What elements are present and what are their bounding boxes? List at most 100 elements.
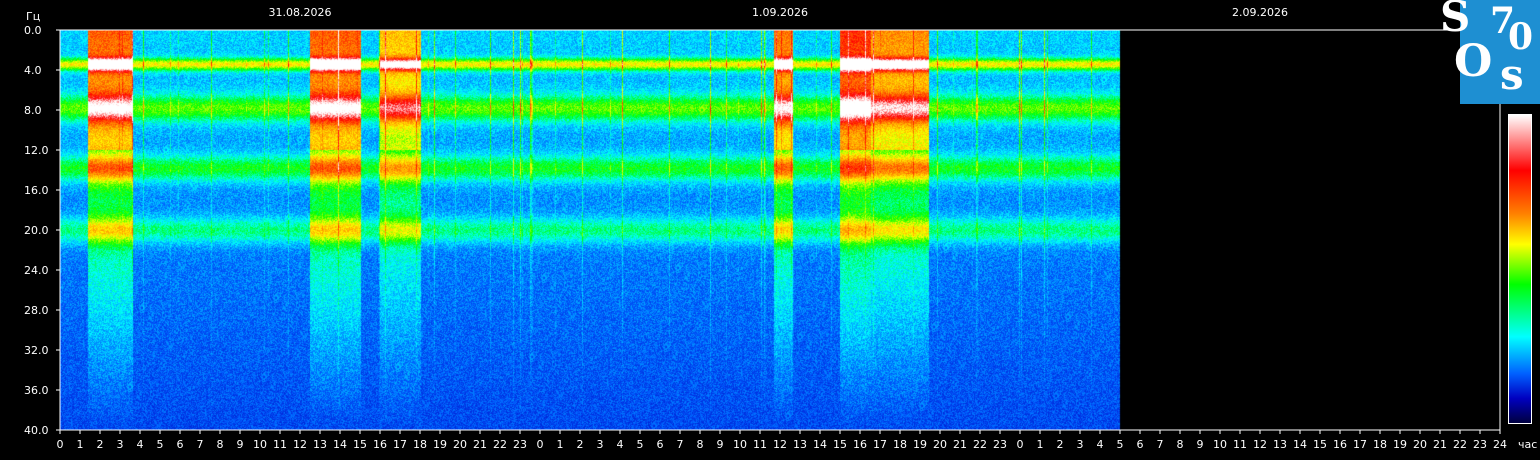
- x-tick-label: 13: [793, 438, 807, 451]
- y-tick-label: 20.0: [24, 224, 49, 237]
- logo-letter: O: [1454, 36, 1493, 87]
- x-tick-label: 20: [453, 438, 467, 451]
- x-tick-label: 22: [493, 438, 507, 451]
- x-tick-label: 20: [933, 438, 947, 451]
- y-tick-label: 16.0: [24, 184, 49, 197]
- x-tick-label: 15: [833, 438, 847, 451]
- x-tick-label: 9: [717, 438, 724, 451]
- x-tick-label: 20: [1413, 438, 1427, 451]
- x-tick-label: 13: [313, 438, 327, 451]
- x-tick-label: 19: [913, 438, 927, 451]
- x-tick-label: 11: [273, 438, 287, 451]
- y-tick-label: 12.0: [24, 144, 49, 157]
- x-tick-label: 13: [1273, 438, 1287, 451]
- x-tick-label: 23: [993, 438, 1007, 451]
- y-tick-label: 28.0: [24, 304, 49, 317]
- chart-axes: Гц час 0.04.08.012.016.020.024.028.032.0…: [24, 6, 1537, 451]
- x-tick-label: 8: [697, 438, 704, 451]
- x-tick-label: 1: [557, 438, 564, 451]
- x-tick-label: 6: [177, 438, 184, 451]
- x-tick-label: 6: [1137, 438, 1144, 451]
- x-tick-label: 11: [1233, 438, 1247, 451]
- x-tick-label: 23: [513, 438, 527, 451]
- x-tick-label: 22: [1453, 438, 1467, 451]
- x-tick-label: 23: [1473, 438, 1487, 451]
- x-tick-label: 21: [1433, 438, 1447, 451]
- x-tick-label: 9: [1197, 438, 1204, 451]
- date-label: 1.09.2026: [752, 6, 808, 19]
- y-tick-label: 8.0: [24, 104, 42, 117]
- x-tick-label: 15: [1313, 438, 1327, 451]
- x-tick-label: 7: [677, 438, 684, 451]
- x-tick-label: 18: [893, 438, 907, 451]
- x-tick-label: 16: [853, 438, 867, 451]
- x-tick-label: 14: [813, 438, 827, 451]
- plot-frame: [59, 29, 1501, 431]
- y-tick-label: 40.0: [24, 424, 49, 437]
- x-tick-label: 12: [1253, 438, 1267, 451]
- x-tick-label: 17: [1353, 438, 1367, 451]
- x-tick-label: 21: [953, 438, 967, 451]
- x-tick-label: 1: [1037, 438, 1044, 451]
- y-tick-label: 0.0: [24, 24, 42, 37]
- x-tick-label: 15: [353, 438, 367, 451]
- x-axis-label: час: [1518, 438, 1537, 451]
- x-tick-label: 8: [1177, 438, 1184, 451]
- x-tick-label: 6: [657, 438, 664, 451]
- x-tick-label: 10: [253, 438, 267, 451]
- x-tick-label: 2: [1057, 438, 1064, 451]
- x-tick-label: 2: [577, 438, 584, 451]
- x-tick-label: 0: [57, 438, 64, 451]
- x-tick-label: 19: [433, 438, 447, 451]
- x-tick-label: 4: [617, 438, 624, 451]
- color-scale-bar: [1508, 114, 1532, 424]
- x-tick-label: 18: [1373, 438, 1387, 451]
- x-tick-label: 12: [773, 438, 787, 451]
- x-tick-label: 0: [1017, 438, 1024, 451]
- x-tick-label: 4: [137, 438, 144, 451]
- x-tick-label: 10: [733, 438, 747, 451]
- x-tick-label: 10: [1213, 438, 1227, 451]
- date-label: 2.09.2026: [1232, 6, 1288, 19]
- x-tick-label: 16: [373, 438, 387, 451]
- x-tick-label: 17: [873, 438, 887, 451]
- x-tick-label: 2: [97, 438, 104, 451]
- x-tick-label: 5: [637, 438, 644, 451]
- spectrogram-chart: Гц час 0.0 4.0 8.0 12.0 16.0 20.0 24.0 28.0 32.0…: [0, 0, 1540, 460]
- x-ticks: 0 1 2 3 4 5 6 7 8 9 10 11 12 13 14 15 16 17 18 19 20 21 22 23 0 1…: [57, 430, 1507, 451]
- date-label: 31.08.2026: [269, 6, 332, 19]
- x-tick-label: 24: [1493, 438, 1507, 451]
- x-tick-label: 5: [157, 438, 164, 451]
- x-tick-label: 7: [1157, 438, 1164, 451]
- x-tick-label: 18: [413, 438, 427, 451]
- x-tick-label: 16: [1333, 438, 1347, 451]
- logo-letter: s: [1500, 50, 1524, 99]
- x-tick-label: 0: [537, 438, 544, 451]
- x-tick-label: 3: [117, 438, 124, 451]
- x-tick-label: 3: [597, 438, 604, 451]
- y-tick-label: 4.0: [24, 64, 42, 77]
- x-tick-label: 5: [1117, 438, 1124, 451]
- x-tick-label: 11: [753, 438, 767, 451]
- y-tick-label: 36.0: [24, 384, 49, 397]
- x-tick-label: 22: [973, 438, 987, 451]
- x-tick-label: 9: [237, 438, 244, 451]
- x-tick-label: 7: [197, 438, 204, 451]
- sos70-logo: S 7 0 O s: [1438, 0, 1540, 104]
- x-tick-label: 21: [473, 438, 487, 451]
- x-tick-label: 17: [393, 438, 407, 451]
- y-tick-label: 24.0: [24, 264, 49, 277]
- x-tick-label: 3: [1077, 438, 1084, 451]
- x-tick-label: 14: [333, 438, 347, 451]
- x-tick-label: 1: [77, 438, 84, 451]
- date-labels: 31.08.2026 1.09.2026 2.09.2026: [269, 6, 1288, 19]
- x-tick-label: 4: [1097, 438, 1104, 451]
- x-tick-label: 12: [293, 438, 307, 451]
- x-tick-label: 8: [217, 438, 224, 451]
- logo-letter: S: [1440, 0, 1471, 41]
- x-tick-label: 14: [1293, 438, 1307, 451]
- y-ticks: 0.0 4.0 8.0 12.0 16.0 20.0 24.0 28.0 32.0 36.0 40.…: [24, 24, 60, 437]
- x-tick-label: 19: [1393, 438, 1407, 451]
- y-axis-label: Гц: [26, 10, 40, 23]
- y-tick-label: 32.0: [24, 344, 49, 357]
